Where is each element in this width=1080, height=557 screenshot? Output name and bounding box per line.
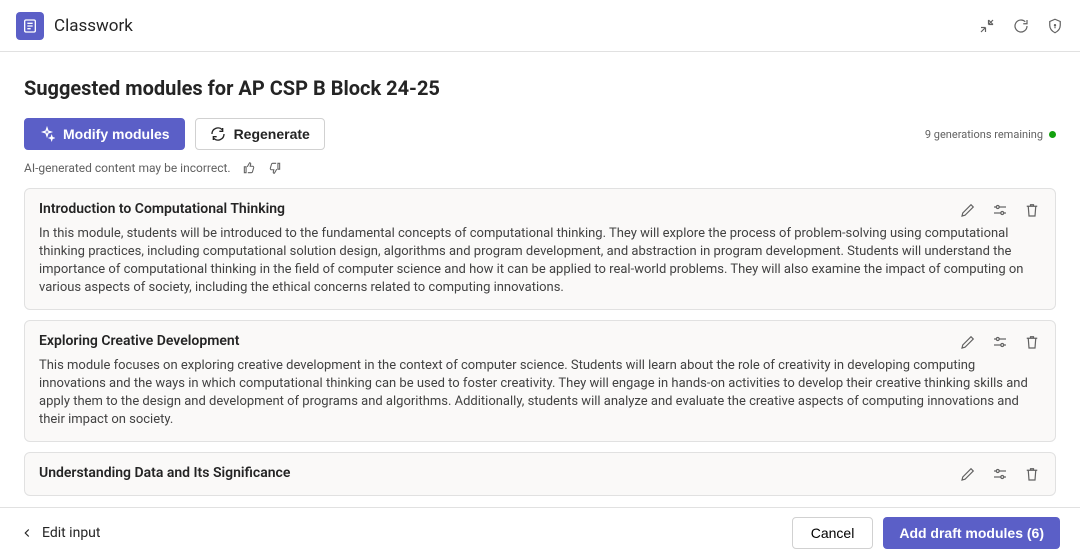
edit-icon[interactable] [959,465,977,483]
generations-remaining: 9 generations remaining [925,128,1056,141]
regenerate-label: Regenerate [234,126,310,142]
generations-remaining-text: 9 generations remaining [925,128,1043,141]
delete-icon[interactable] [1023,465,1041,483]
page-title: Suggested modules for AP CSP B Block 24-… [24,76,1056,100]
modules-list: Introduction to Computational Thinking I… [24,188,1056,499]
module-title: Exploring Creative Development [39,333,239,349]
module-card: Understanding Data and Its Significance [24,452,1056,496]
ai-disclaimer-row: AI-generated content may be incorrect. [24,160,1056,176]
module-title: Introduction to Computational Thinking [39,201,285,217]
sparkle-icon [39,126,55,142]
main-content: Suggested modules for AP CSP B Block 24-… [0,52,1080,507]
module-description: This module focuses on exploring creativ… [39,357,1041,429]
app-title: Classwork [54,16,133,36]
delete-icon[interactable] [1023,333,1041,351]
module-card: Introduction to Computational Thinking I… [24,188,1056,310]
classwork-app-icon [16,12,44,40]
footer-right: Cancel Add draft modules (6) [792,517,1060,549]
refresh-icon[interactable] [1012,17,1030,35]
module-header: Exploring Creative Development [39,333,1041,351]
thumbs-down-icon[interactable] [267,160,283,176]
ai-disclaimer-text: AI-generated content may be incorrect. [24,161,231,175]
regenerate-icon [210,126,226,142]
module-actions [959,465,1041,483]
thumbs-up-icon[interactable] [241,160,257,176]
header-right [978,17,1064,35]
footer-bar: Edit input Cancel Add draft modules (6) [0,507,1080,557]
module-title: Understanding Data and Its Significance [39,465,290,481]
modify-modules-button[interactable]: Modify modules [24,118,185,150]
actions-row: Modify modules Regenerate 9 generations … [24,118,1056,150]
settings-sliders-icon[interactable] [991,201,1009,219]
header-left: Classwork [16,12,133,40]
module-header: Understanding Data and Its Significance [39,465,1041,483]
module-card: Exploring Creative Development This modu… [24,320,1056,442]
settings-sliders-icon[interactable] [991,465,1009,483]
status-dot-icon [1049,131,1056,138]
edit-input-button[interactable]: Edit input [20,525,100,541]
actions-left: Modify modules Regenerate [24,118,325,150]
edit-icon[interactable] [959,201,977,219]
settings-sliders-icon[interactable] [991,333,1009,351]
regenerate-button[interactable]: Regenerate [195,118,325,150]
shield-icon[interactable] [1046,17,1064,35]
delete-icon[interactable] [1023,201,1041,219]
modify-modules-label: Modify modules [63,126,170,142]
chevron-left-icon [20,526,34,540]
add-draft-modules-button[interactable]: Add draft modules (6) [883,517,1060,549]
module-actions [959,333,1041,351]
cancel-button[interactable]: Cancel [792,517,874,549]
edit-input-label: Edit input [42,525,100,541]
edit-icon[interactable] [959,333,977,351]
restore-window-icon[interactable] [978,17,996,35]
app-header: Classwork [0,0,1080,52]
module-description: In this module, students will be introdu… [39,225,1041,297]
module-header: Introduction to Computational Thinking [39,201,1041,219]
module-actions [959,201,1041,219]
